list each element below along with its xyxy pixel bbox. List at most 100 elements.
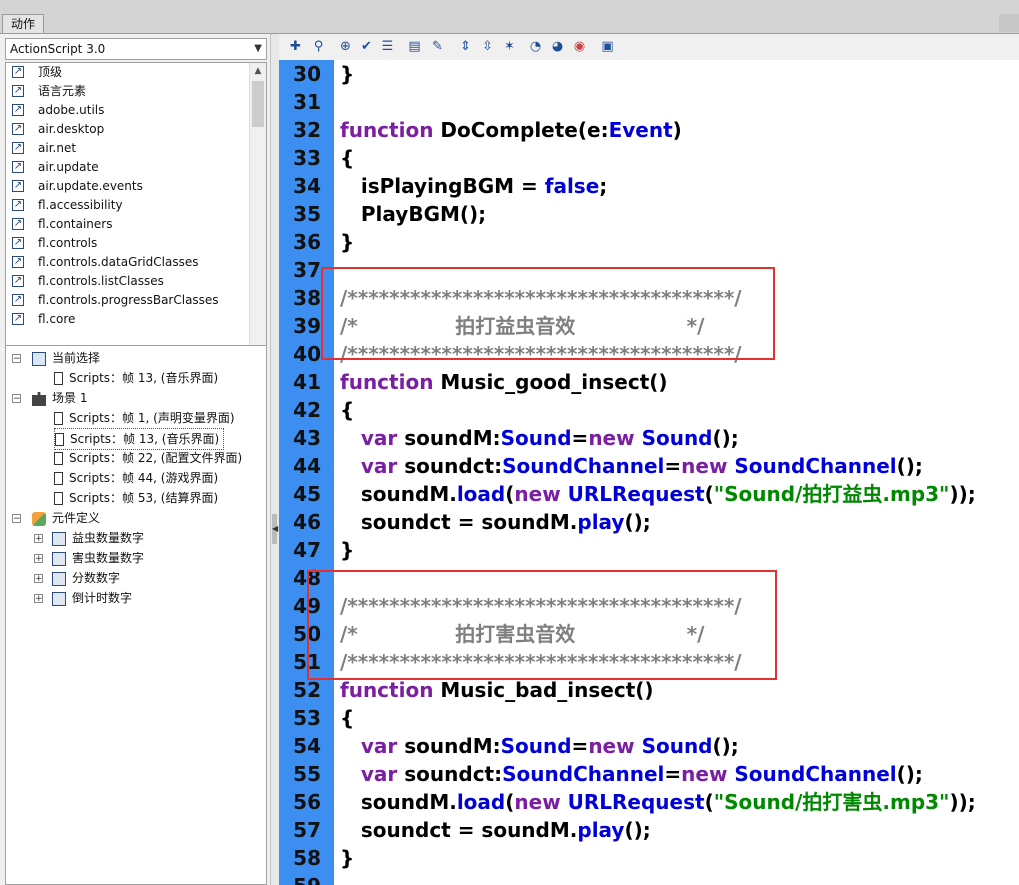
code-token: URLRequest [567,790,705,814]
code-token: DoComplete(e: [433,118,609,142]
line-number: 33 [293,146,321,170]
line-number: 44 [293,454,321,478]
symbol-definitions-icon [32,511,46,526]
package-item[interactable]: ↗ adobe.utils [6,101,266,120]
package-item[interactable]: ↗ air.net [6,139,266,158]
code-line: 52 function Music_bad_insect() [279,676,1019,704]
show-hide-toolbox-icon[interactable]: ▣ [599,38,616,55]
package-item[interactable]: ↗ 顶级 [6,63,266,82]
code-token: play [577,510,625,534]
panel-divider[interactable]: ◀ [270,34,279,885]
code-token: var [360,426,398,450]
tree-node-scene-script[interactable]: Scripts：帧 53, (结算界面) [54,488,218,508]
code-token: false [544,174,600,198]
code-editor[interactable]: 30} 31 32 function DoComplete(e:Event) 33{34… [279,60,1019,885]
debug-options-icon[interactable]: ✎ [429,38,446,55]
line-number: 30 [293,62,321,86]
package-item[interactable]: ↗ fl.containers [6,215,266,234]
package-item[interactable]: ↗ fl.controls.progressBarClasses [6,291,266,310]
code-line: 32 function DoComplete(e:Event) [279,116,1019,144]
code-token: } [340,62,355,86]
symbol-icon [52,591,66,606]
check-syntax-icon[interactable]: ✔ [358,38,375,55]
highlight-box-good-insect [321,267,775,360]
expand-icon[interactable]: + [34,594,43,604]
code-line: 58} [279,844,1019,872]
symbol-icon [52,531,66,546]
package-item[interactable]: ↗ air.desktop [6,120,266,139]
script-icon [55,433,64,446]
line-number: 43 [293,426,321,450]
tab-actions[interactable]: 动作 [2,14,45,33]
code-line: 55 var soundct:SoundChannel=new SoundCha… [279,760,1019,788]
package-label: 顶级 [38,65,63,79]
code-token: )); [949,482,976,506]
collapse-selection-icon[interactable]: ⇳ [479,38,496,55]
tree-node-scene-script[interactable]: Scripts：帧 22, (配置文件界面) [54,448,242,468]
code-text: var soundM:Sound=new Sound(); [340,424,739,452]
panel-titlebar: 动作 [0,0,1019,34]
auto-format-icon[interactable]: ☰ [379,38,396,55]
version-select-value: ActionScript 3.0 [10,42,106,56]
code-line: 31 [279,88,1019,116]
package-item[interactable]: ↗ air.update.events [6,177,266,196]
collapse-icon[interactable]: − [12,514,21,524]
code-text: function Music_good_insect() [340,368,668,396]
script-toolbar: ✚ ⚲ ⊕ ✔ ☰ ▤ ✎ ⇕ ⇳ ✶ ◔ ◕ ◉ ▣ [279,34,1019,60]
tree-node-current-script[interactable]: Scripts：帧 13, (音乐界面) [54,368,218,388]
tree-node-scene-script[interactable]: Scripts：帧 13, (音乐界面) [54,428,225,450]
add-item-icon[interactable]: ✚ [287,38,304,55]
line-number: 47 [293,538,321,562]
code-token: URLRequest [567,482,705,506]
script-icon [54,452,63,465]
code-token: soundM: [397,734,501,758]
code-text: function DoComplete(e:Event) [340,116,682,144]
code-hint-icon[interactable]: ▤ [406,38,423,55]
code-token: ; [599,174,608,198]
code-token: SoundChannel [502,454,665,478]
apply-block-comment-icon[interactable]: ◔ [527,38,544,55]
code-line: 42 { [279,396,1019,424]
remove-comment-icon[interactable]: ◉ [571,38,588,55]
tree-label: 益虫数量数字 [72,531,145,545]
package-item[interactable]: ↗ fl.controls.listClasses [6,272,266,291]
expand-icon[interactable]: + [34,534,43,544]
package-item[interactable]: ↗ fl.accessibility [6,196,266,215]
code-token: var [360,454,398,478]
tree-node-scene-script[interactable]: Scripts：帧 44, (游戏界面) [54,468,218,488]
line-number: 38 [293,286,321,310]
code-line: 45 soundM.load(new URLRequest("Sound/拍打益… [279,480,1019,508]
collapse-between-icon[interactable]: ⇕ [457,38,474,55]
code-token: PlayBGM(); [340,202,487,226]
scroll-thumb[interactable] [252,81,264,127]
package-item[interactable]: ↗ fl.controls [6,234,266,253]
package-item[interactable]: ↗ 语言元素 [6,82,266,101]
package-item[interactable]: ↗ fl.controls.dataGridClasses [6,253,266,272]
collapse-panel-icon[interactable]: ◀ [272,514,278,544]
tree-node-scene-script[interactable]: Scripts：帧 1, (声明变量界面) [54,408,235,428]
code-line: 35 PlayBGM(); [279,200,1019,228]
expand-icon[interactable]: + [34,554,43,564]
scroll-up-icon[interactable]: ▲ [250,63,266,79]
collapse-icon[interactable]: − [12,354,21,364]
expand-icon[interactable]: + [34,574,43,584]
package-label: air.update [38,160,99,174]
code-token: new [681,762,728,786]
package-item[interactable]: ↗ air.update [6,158,266,177]
find-icon[interactable]: ⚲ [310,38,327,55]
expand-all-icon[interactable]: ✶ [501,38,518,55]
panel-menu-button[interactable] [999,14,1019,32]
code-line: 59 [279,872,1019,885]
line-number: 35 [293,202,321,226]
actionscript-version-select[interactable]: ActionScript 3.0 ▼ [5,38,267,60]
apply-line-comment-icon[interactable]: ◕ [549,38,566,55]
package-item[interactable]: ↗ fl.core [6,310,266,329]
code-token: Event [608,118,673,142]
code-line: 47} [279,536,1019,564]
collapse-icon[interactable]: − [12,394,21,404]
target-icon[interactable]: ⊕ [337,38,354,55]
code-token: ( [704,482,714,506]
package-list-scrollbar[interactable]: ▲ ▼ [249,63,266,363]
